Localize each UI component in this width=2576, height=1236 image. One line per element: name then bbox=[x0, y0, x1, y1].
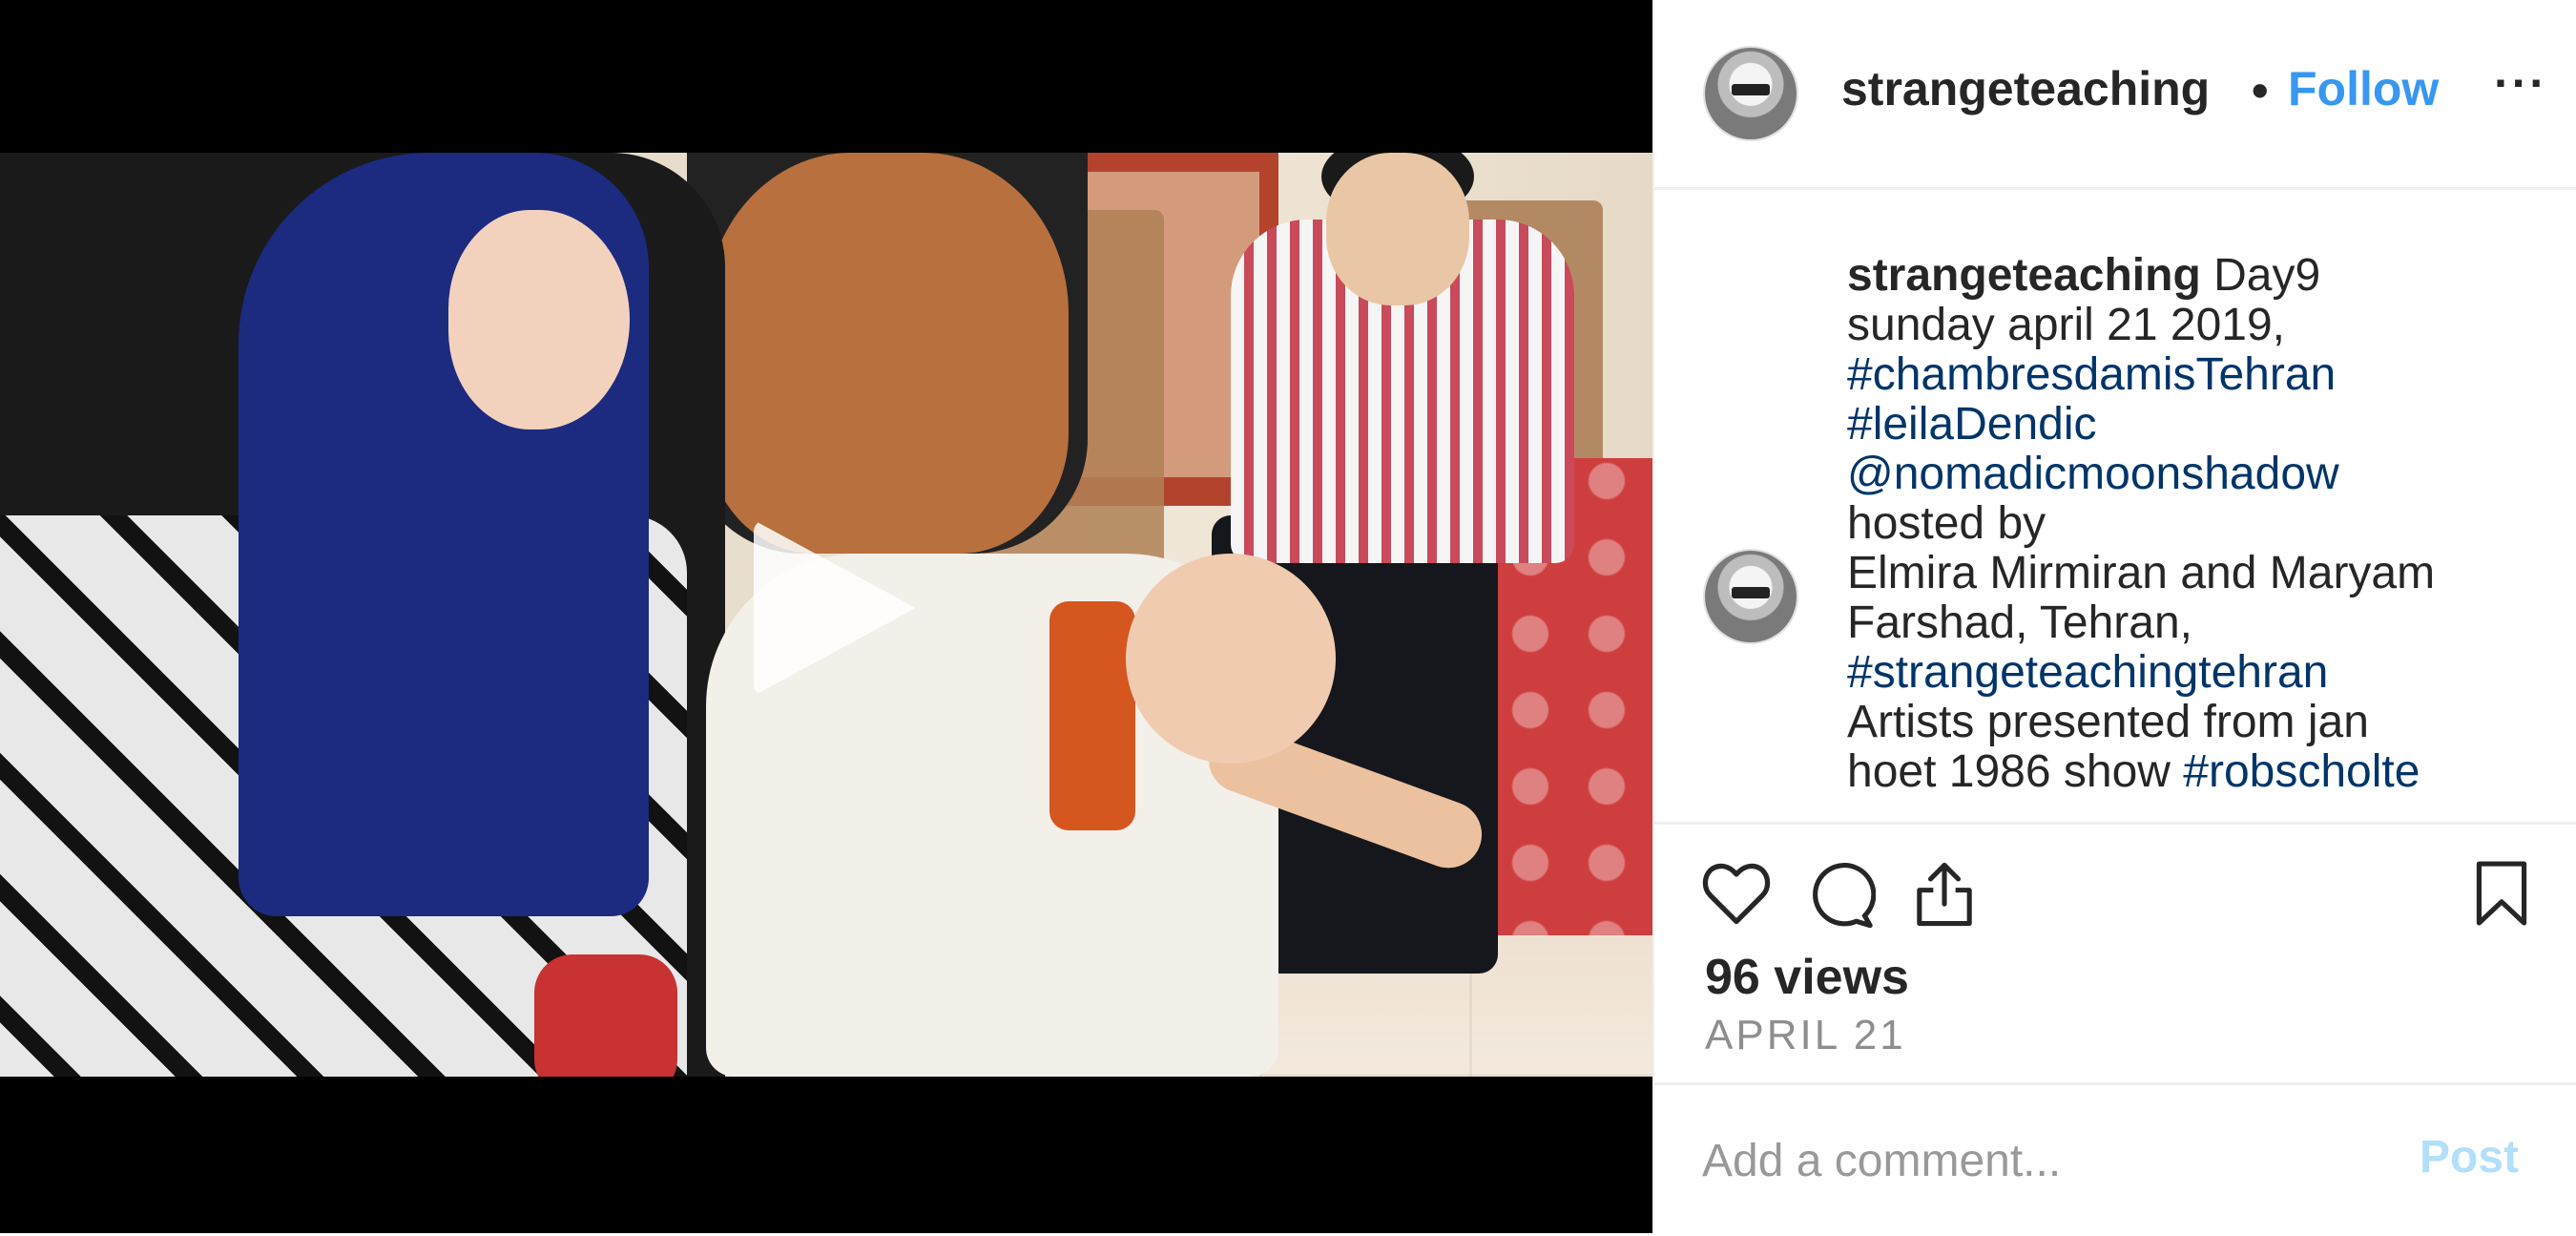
person-crouching-head bbox=[1126, 554, 1336, 764]
caption-line: Day9 bbox=[2200, 250, 2321, 301]
more-options-icon[interactable]: ··· bbox=[2494, 55, 2547, 111]
action-bar: 96 views APRIL 21 bbox=[1654, 822, 2576, 1082]
post-date[interactable]: APRIL 21 bbox=[1705, 1012, 1906, 1059]
hashtag-link[interactable]: #chambresdamisTehran bbox=[1847, 350, 2544, 400]
hashtag-link[interactable]: #strangeteachingtehran bbox=[1847, 648, 2544, 698]
caption-line: hosted by bbox=[1847, 498, 2046, 549]
video-player[interactable] bbox=[0, 0, 1652, 1233]
heart-icon[interactable] bbox=[1702, 863, 1771, 926]
post-panel: strangeteaching • Follow ··· strangeteac… bbox=[1652, 0, 2576, 1233]
username-link[interactable]: strangeteaching bbox=[1841, 61, 2242, 116]
caption-last-line: hoet 1986 show #robscholte bbox=[1847, 747, 2544, 797]
hashtag-link[interactable]: #robscholte bbox=[2183, 746, 2420, 797]
caption-line: Elmira Mirmiran and Maryam bbox=[1847, 548, 2436, 598]
caption-line: Artists presented from jan bbox=[1847, 697, 2369, 747]
caption-username[interactable]: strangeteaching bbox=[1847, 250, 2201, 301]
play-icon[interactable] bbox=[754, 520, 916, 696]
red-bag bbox=[534, 954, 677, 1077]
mention-link[interactable]: @nomadicmoonshadow bbox=[1847, 450, 2544, 499]
share-icon[interactable] bbox=[1914, 859, 1975, 930]
caption-line: sunday april 21 2019, bbox=[1847, 300, 2285, 350]
avatar[interactable] bbox=[1705, 48, 1797, 139]
person-seated-head bbox=[1326, 153, 1469, 305]
comment-icon[interactable] bbox=[1809, 863, 1876, 930]
avatar[interactable] bbox=[1705, 551, 1797, 642]
caption-line: Farshad, Tehran, bbox=[1847, 597, 2192, 648]
post-header: strangeteaching • Follow ··· bbox=[1654, 0, 2576, 190]
post-button[interactable]: Post bbox=[2420, 1131, 2519, 1184]
caption-first-line: strangeteaching Day9 bbox=[1847, 251, 2544, 301]
caption-text: strangeteaching Day9 sunday april 21 201… bbox=[1847, 251, 2544, 797]
follow-button[interactable]: Follow bbox=[2288, 61, 2439, 116]
view-count[interactable]: 96 views bbox=[1705, 949, 1909, 1006]
orange-scarf bbox=[1049, 601, 1135, 830]
person-face bbox=[448, 210, 630, 429]
separator-dot: • bbox=[2252, 64, 2269, 117]
caption-line: hoet 1986 show bbox=[1847, 746, 2184, 797]
comment-bar: Post bbox=[1654, 1082, 2576, 1236]
person-hair bbox=[706, 153, 1069, 554]
comment-input[interactable] bbox=[1702, 1127, 2370, 1194]
hashtag-link[interactable]: #leilaDendic bbox=[1847, 400, 2544, 450]
caption-area[interactable]: strangeteaching Day9 sunday april 21 201… bbox=[1654, 190, 2576, 822]
bookmark-icon[interactable] bbox=[2475, 859, 2528, 928]
